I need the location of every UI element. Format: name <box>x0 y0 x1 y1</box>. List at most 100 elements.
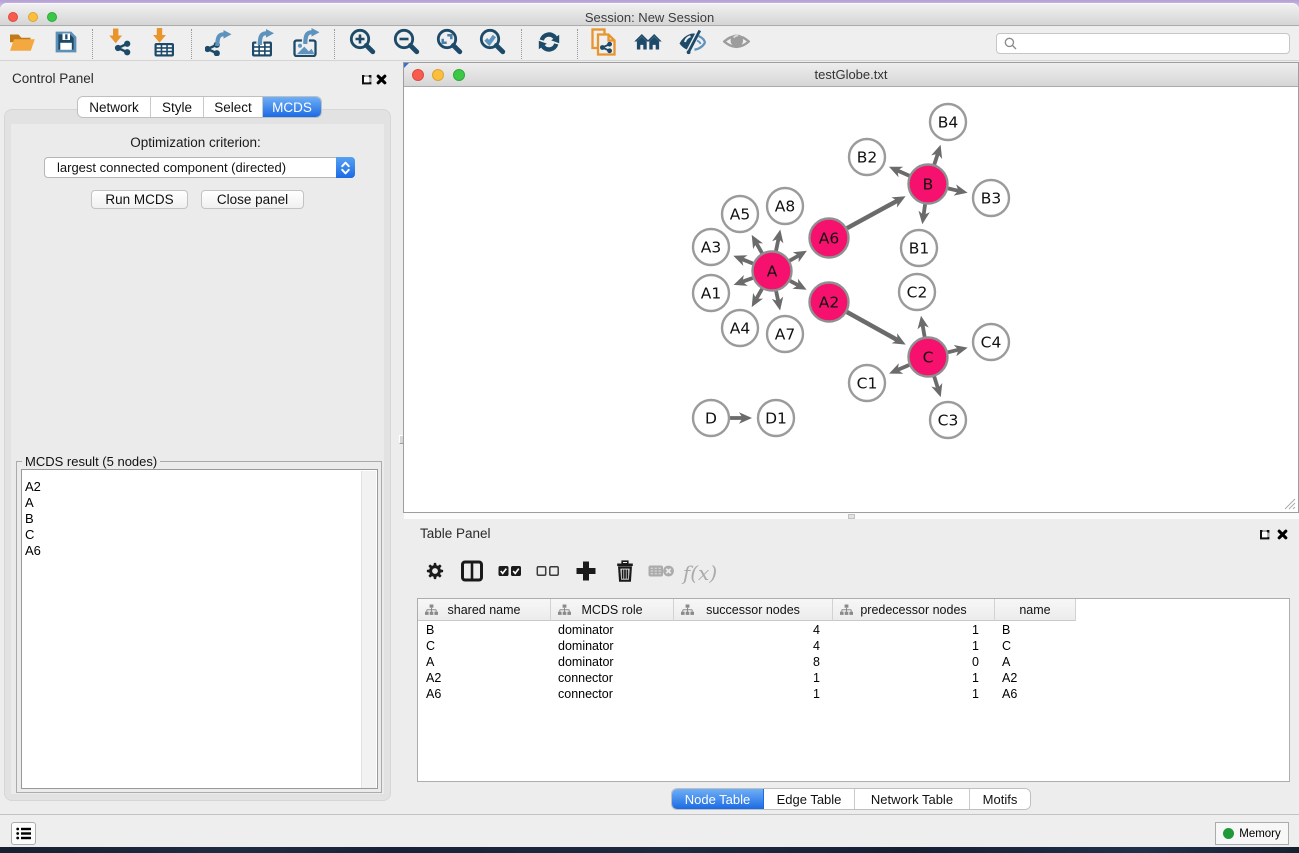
graph-node-B[interactable]: B <box>909 165 948 204</box>
graph-node-A4[interactable]: A4 <box>722 310 758 346</box>
column-header-name[interactable]: name <box>995 599 1076 621</box>
gear-button[interactable] <box>416 548 454 598</box>
column-header-shared-name[interactable]: shared name <box>418 599 551 621</box>
graph-node-A6[interactable]: A6 <box>810 219 849 258</box>
float-panel-icon[interactable] <box>361 74 372 85</box>
graph-node-A1[interactable]: A1 <box>693 275 729 311</box>
graph-node-A3[interactable]: A3 <box>693 229 729 265</box>
graph-node-C3[interactable]: C3 <box>930 402 966 438</box>
float-table-panel-icon[interactable] <box>1259 529 1270 540</box>
graph-edge-A-A4[interactable] <box>756 289 762 299</box>
tab-node-table[interactable]: Node Table <box>672 789 764 809</box>
graph-edge-A6-B[interactable] <box>847 201 897 229</box>
graph-node-C4[interactable]: C4 <box>973 324 1009 360</box>
graph-node-A[interactable]: A <box>753 252 792 291</box>
graph-edge-C-C4[interactable] <box>948 350 959 353</box>
hide-panel-button[interactable] <box>675 27 709 61</box>
mcds-result-list[interactable]: A2ABCA6 <box>21 469 378 789</box>
graph-edge-A-A6[interactable] <box>790 256 799 261</box>
graph-edge-B-B1[interactable] <box>924 204 926 215</box>
horizontal-splitter-grip[interactable] <box>848 514 855 519</box>
criterion-dropdown[interactable]: largest connected component (directed) <box>44 157 355 178</box>
column-header-successor-nodes[interactable]: successor nodes <box>674 599 833 621</box>
graph-edge-B-B4[interactable] <box>934 154 938 165</box>
home-layout-button[interactable] <box>631 27 665 61</box>
node-table[interactable]: shared name MCDS role successor nodes pr… <box>417 598 1290 782</box>
column-header-MCDS-role[interactable]: MCDS role <box>551 599 674 621</box>
tab-mcds[interactable]: MCDS <box>263 97 321 117</box>
close-panel-button[interactable]: Close panel <box>201 190 304 209</box>
run-mcds-button[interactable]: Run MCDS <box>91 190 188 209</box>
export-table-button[interactable] <box>246 27 280 61</box>
graph-edge-B-B2[interactable] <box>898 171 910 176</box>
graph-edge-A-A5[interactable] <box>756 243 762 253</box>
graph-node-B2[interactable]: B2 <box>849 139 885 175</box>
result-item[interactable]: B <box>22 511 377 527</box>
zoom-fit-button[interactable] <box>433 27 467 61</box>
graph-edge-C-C3[interactable] <box>934 377 938 389</box>
result-scrollbar[interactable] <box>361 471 376 789</box>
tab-select[interactable]: Select <box>204 97 263 117</box>
export-network-button[interactable] <box>202 27 236 61</box>
zoom-out-button[interactable] <box>390 27 424 61</box>
graph-edge-C-C2[interactable] <box>923 325 925 337</box>
graph-node-B1[interactable]: B1 <box>901 230 937 266</box>
graph-edge-C-C1[interactable] <box>898 365 909 370</box>
select-all-rows-button[interactable] <box>491 548 529 598</box>
result-item[interactable]: A2 <box>22 479 377 495</box>
graph-node-B3[interactable]: B3 <box>973 180 1009 216</box>
graph-edge-A-A8[interactable] <box>776 239 779 251</box>
close-panel-icon[interactable] <box>376 74 387 85</box>
function-builder-button[interactable]: f(x) <box>681 548 719 598</box>
graph-node-C[interactable]: C <box>909 338 948 377</box>
graph-node-C1[interactable]: C1 <box>849 365 885 401</box>
tab-motifs[interactable]: Motifs <box>970 789 1030 809</box>
search-input[interactable] <box>1022 37 1289 51</box>
delete-column-button[interactable] <box>606 548 644 598</box>
graph-edge-A-A7[interactable] <box>776 291 778 301</box>
graph-node-A2[interactable]: A2 <box>810 283 849 322</box>
graph-edge-A-A2[interactable] <box>790 281 798 286</box>
network-window-titlebar[interactable]: testGlobe.txt <box>404 63 1298 87</box>
tab-edge-table[interactable]: Edge Table <box>764 789 855 809</box>
graph-edge-A2-C[interactable] <box>847 312 898 340</box>
result-item[interactable]: C <box>22 527 377 543</box>
delete-table-button[interactable] <box>642 548 680 598</box>
memory-button[interactable]: Memory <box>1215 822 1289 845</box>
result-item[interactable]: A6 <box>22 543 377 559</box>
graph-node-D[interactable]: D <box>693 400 729 436</box>
close-table-panel-icon[interactable] <box>1277 529 1288 540</box>
network-graph-canvas[interactable]: A A6 A2 B C A1 A3 A4 A5 A7 A8 B1 B2 <box>404 87 1298 512</box>
export-image-button[interactable] <box>290 27 324 61</box>
resize-grip-icon[interactable] <box>1284 498 1296 510</box>
graph-node-A5[interactable]: A5 <box>722 196 758 232</box>
result-item[interactable]: A <box>22 495 377 511</box>
tab-network[interactable]: Network <box>78 97 151 117</box>
graph-edge-B-B3[interactable] <box>948 188 958 190</box>
tab-network-table[interactable]: Network Table <box>855 789 970 809</box>
open-folder-button[interactable] <box>5 27 39 61</box>
graph-node-A8[interactable]: A8 <box>767 188 803 224</box>
graph-node-A7[interactable]: A7 <box>767 316 803 352</box>
split-columns-button[interactable] <box>453 548 491 598</box>
column-header-predecessor-nodes[interactable]: predecessor nodes <box>833 599 995 621</box>
zoom-selected-button[interactable] <box>476 27 510 61</box>
refresh-button[interactable] <box>532 27 566 61</box>
graph-edge-A-A1[interactable] <box>742 278 752 282</box>
search-box[interactable] <box>996 33 1290 54</box>
tab-style[interactable]: Style <box>151 97 204 117</box>
clone-network-button[interactable] <box>587 27 621 61</box>
import-table-button[interactable] <box>146 27 180 61</box>
show-panel-button[interactable] <box>719 27 753 61</box>
deselect-all-rows-button[interactable] <box>529 548 567 598</box>
save-button[interactable] <box>49 27 83 61</box>
graph-node-C2[interactable]: C2 <box>899 274 935 310</box>
add-column-button[interactable] <box>567 548 605 598</box>
task-history-button[interactable] <box>11 822 36 845</box>
graph-node-B4[interactable]: B4 <box>930 104 966 140</box>
zoom-in-button[interactable] <box>346 27 380 61</box>
import-network-button[interactable] <box>103 27 137 61</box>
graph-edge-A-A3[interactable] <box>742 259 753 263</box>
graph-node-D1[interactable]: D1 <box>758 400 794 436</box>
main-titlebar[interactable]: Session: New Session <box>0 3 1299 26</box>
